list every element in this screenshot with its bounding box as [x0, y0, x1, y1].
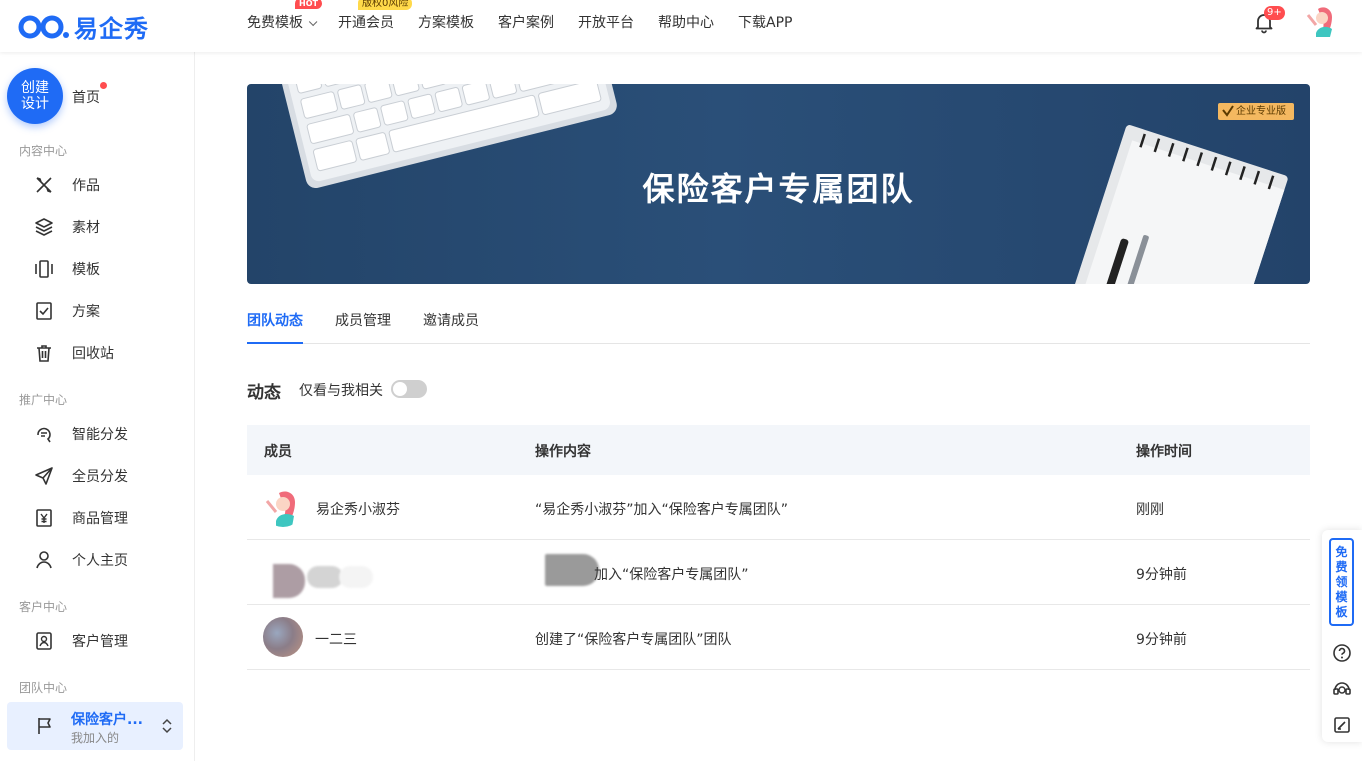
sidebar-item-works[interactable]: 作品 [34, 173, 100, 197]
sidebar: 创建设计 首页 内容中心 作品 素材 模板 方案 回收站 推广中心 智能分发 全… [0, 52, 195, 761]
hot-badge: HOT [295, 0, 322, 9]
team-subtitle: 我加入的 [71, 731, 120, 745]
nav-free-templates[interactable]: 免费模板 HOT [247, 0, 322, 32]
nav-open-platform[interactable]: 开放平台 [578, 12, 634, 32]
table-row: 加入“保险客户专属团队” 9分钟前 [247, 540, 1310, 605]
sidebar-item-customer-management[interactable]: 客户管理 [34, 629, 128, 653]
nav-membership[interactable]: 开通会员 版权0风险 [338, 0, 413, 32]
activity-content: 加入“保险客户专属团队” [594, 567, 749, 583]
banner-title: 保险客户专属团队 [642, 170, 915, 208]
column-member: 成员 [264, 444, 292, 460]
person-icon [36, 551, 52, 569]
logo[interactable]: 易企秀 [18, 9, 149, 44]
nav-solution-templates[interactable]: 方案模板 [418, 12, 474, 32]
tab-member-management[interactable]: 成员管理 [335, 310, 391, 344]
sidebar-item-templates[interactable]: 模板 [34, 257, 100, 281]
create-design-button[interactable]: 创建设计 [7, 68, 63, 124]
enterprise-edition-badge: 企业专业版 [1218, 103, 1294, 120]
check-crown-icon [1222, 105, 1234, 117]
trash-icon [37, 345, 51, 362]
sidebar-item-materials[interactable]: 素材 [34, 215, 100, 239]
activity-content: 创建了“保险客户专属团队”团队 [535, 632, 732, 648]
send-icon [35, 467, 53, 485]
chevron-up-down-icon [162, 718, 172, 734]
question-icon[interactable] [1332, 643, 1352, 663]
home-red-dot [100, 82, 107, 89]
activity-title: 动态 [247, 383, 281, 403]
avatar-illustration-icon [1304, 3, 1340, 39]
blurred-avatar [257, 550, 377, 598]
chevron-down-icon [308, 17, 318, 27]
activity-content: “易企秀小淑芬”加入“保险客户专属团队” [535, 502, 789, 518]
flag-icon [38, 718, 51, 734]
tab-team-activity[interactable]: 团队动态 [247, 310, 303, 344]
sidebar-item-smart-distribution[interactable]: 智能分发 [34, 422, 128, 446]
nav-cases[interactable]: 客户案例 [498, 12, 554, 32]
top-nav: 免费模板 HOT 开通会员 版权0风险 方案模板 客户案例 开放平台 帮助中心 … [247, 0, 816, 44]
top-header: 易企秀 免费模板 HOT 开通会员 版权0风险 方案模板 客户案例 开放平台 帮… [0, 0, 1362, 52]
notification-badge: 9+ [1264, 6, 1285, 20]
sidebar-item-personal-page[interactable]: 个人主页 [34, 548, 128, 572]
template-icon [35, 260, 53, 278]
checklist-icon [36, 302, 52, 320]
table-row: 一二三 创建了“保险客户专属团队”团队 9分钟前 [247, 605, 1310, 670]
member-name: 一二三 [315, 632, 357, 648]
activity-table: 成员 操作内容 操作时间 易企秀小淑芬 “易企秀小淑芬”加入“保险客户专属团队”… [247, 425, 1310, 670]
tab-invite-members[interactable]: 邀请成员 [423, 310, 479, 344]
member-name: 易企秀小淑芬 [316, 502, 400, 518]
activity-time: 9分钟前 [1136, 632, 1187, 648]
avatar [263, 617, 303, 657]
blurred-member-name [545, 554, 599, 586]
layers-icon [35, 218, 53, 236]
nav-download-app[interactable]: 下载APP [738, 12, 792, 32]
feedback-icon[interactable] [1332, 715, 1352, 735]
customer-service-icon[interactable] [1332, 679, 1352, 699]
activity-time: 刚刚 [1136, 502, 1164, 518]
table-header: 成员 操作内容 操作时间 [247, 425, 1310, 475]
yen-icon [36, 509, 52, 527]
avatar [263, 487, 303, 527]
sidebar-item-all-staff-distribution[interactable]: 全员分发 [34, 464, 128, 488]
user-avatar[interactable] [1304, 3, 1340, 39]
copyright-badge: 版权0风险 [358, 0, 413, 10]
sidebar-item-recycle-bin[interactable]: 回收站 [34, 341, 114, 365]
activity-time: 9分钟前 [1136, 567, 1187, 583]
logo-mark-icon [18, 15, 69, 38]
section-customer-center: 客户中心 [19, 600, 68, 614]
team-name: 保险客户... [71, 712, 143, 728]
section-content-center: 内容中心 [19, 144, 68, 158]
team-tabs: 团队动态 成员管理 邀请成员 [247, 296, 1310, 344]
nav-help-center[interactable]: 帮助中心 [658, 12, 714, 32]
section-team-center: 团队中心 [19, 681, 68, 695]
sidebar-team-switcher[interactable]: 保险客户... 我加入的 [7, 702, 183, 750]
contact-card-icon [36, 632, 52, 650]
logo-text: 易企秀 [74, 15, 149, 43]
column-content: 操作内容 [535, 444, 591, 460]
table-row: 易企秀小淑芬 “易企秀小淑芬”加入“保险客户专属团队” 刚刚 [247, 475, 1310, 540]
tools-icon [36, 177, 52, 193]
sidebar-item-home[interactable]: 首页 [72, 87, 100, 107]
team-banner: 保险客户专属团队 企业专业版 [247, 84, 1310, 284]
floating-toolbar: 免费领模板 [1322, 530, 1362, 742]
smart-distribute-icon [37, 427, 51, 443]
column-time: 操作时间 [1136, 444, 1192, 460]
toggle-knob [393, 382, 407, 396]
only-related-label: 仅看与我相关 [299, 383, 383, 399]
sidebar-item-product-management[interactable]: 商品管理 [34, 506, 128, 530]
avatar-illustration-icon [263, 487, 303, 527]
sidebar-item-solutions[interactable]: 方案 [34, 299, 100, 323]
only-related-toggle[interactable] [391, 380, 427, 398]
free-template-button[interactable]: 免费领模板 [1329, 538, 1354, 626]
section-promotion-center: 推广中心 [19, 393, 68, 407]
